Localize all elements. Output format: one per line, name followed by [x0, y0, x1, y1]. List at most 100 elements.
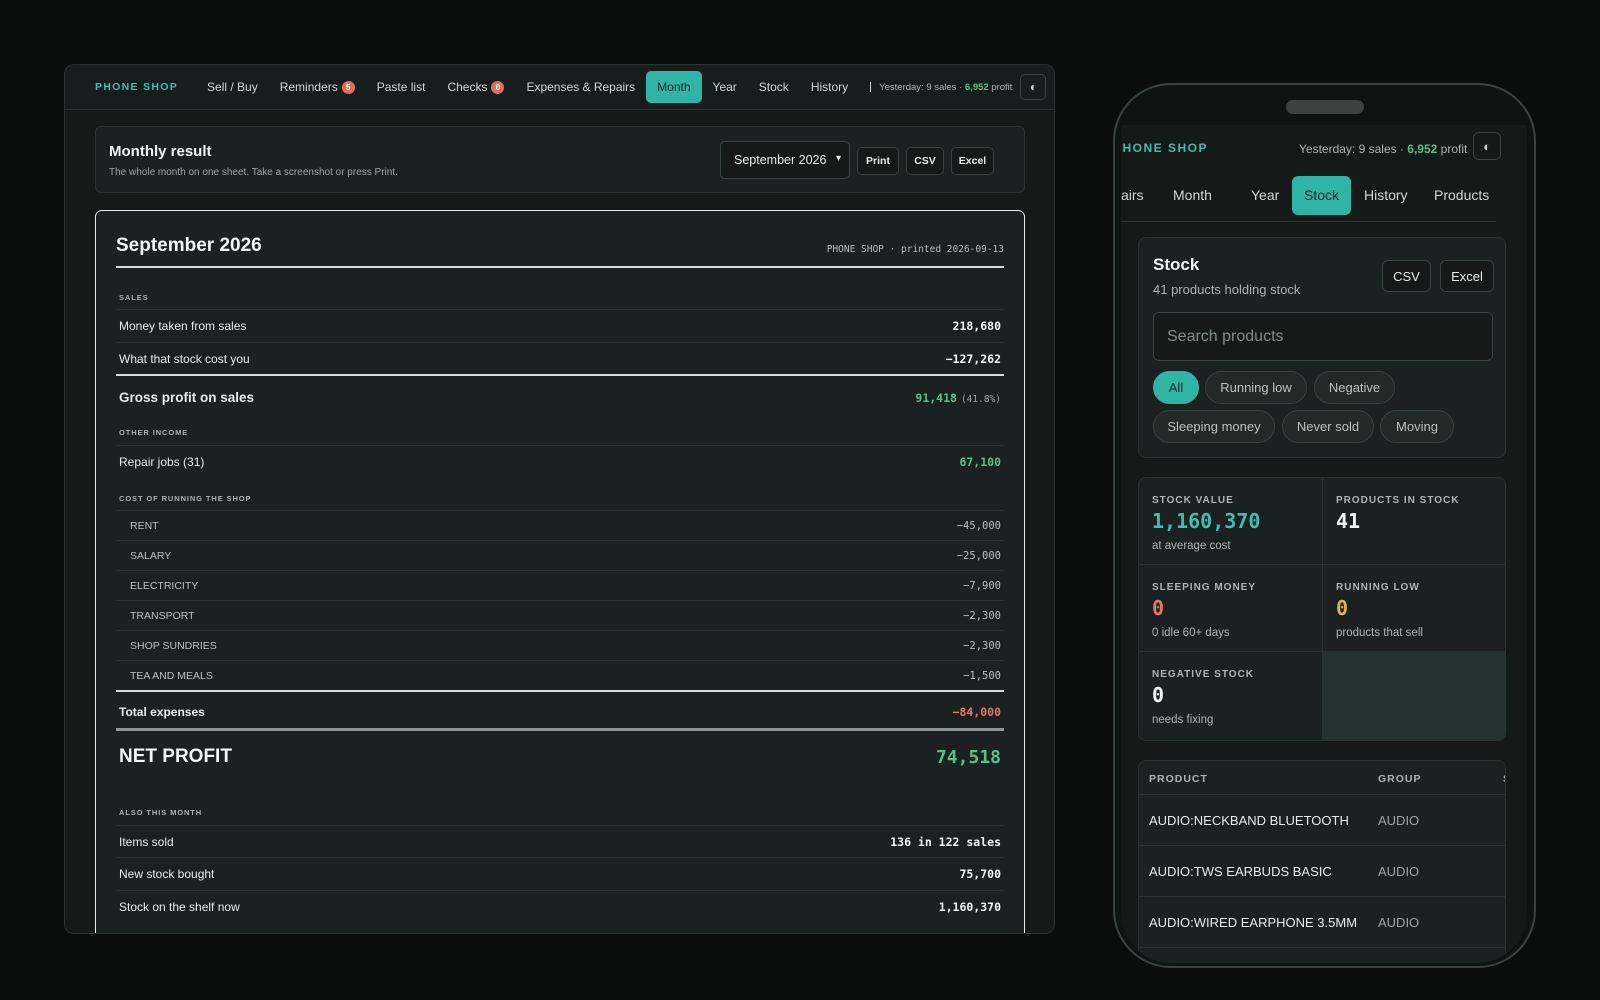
stock-cost-value: −127,262	[945, 351, 1001, 366]
phone-yesterday-profit: 6,952	[1407, 142, 1438, 156]
stock-on-shelf-value: 1,160,370	[938, 899, 1001, 914]
brand-logo[interactable]: PHONE SHOP	[95, 81, 178, 93]
yesterday-profit: 6,952	[964, 81, 989, 93]
nav-expenses-repairs[interactable]: Expenses & Repairs	[515, 71, 646, 103]
nav-reminders-label: Reminders	[279, 80, 338, 94]
product-group: AUDIO	[1378, 915, 1420, 930]
stock-on-shelf-row: Stock on the shelf now 1,160,370	[116, 890, 1004, 922]
phone-nav-products[interactable]: Products	[1434, 176, 1489, 215]
table-row[interactable]: AUDIO:TWS EARBUDS BASIC AUDIO	[1139, 846, 1505, 897]
stat-value: 0	[1152, 596, 1165, 620]
nav-year[interactable]: Year	[702, 71, 748, 103]
stock-title: Stock	[1153, 255, 1200, 274]
product-name: AUDIO:NECKBAND BLUETOOTH	[1149, 813, 1349, 828]
stat-value: 0	[1152, 683, 1165, 707]
stat-label: PRODUCTS IN STOCK	[1336, 495, 1460, 506]
nav-paste-list[interactable]: Paste list	[366, 71, 437, 103]
csv-button[interactable]: CSV	[906, 147, 944, 175]
nav-month[interactable]: Month	[646, 71, 702, 103]
filter-running-low[interactable]: Running low	[1205, 371, 1307, 404]
theme-toggle-icon[interactable]: ◐	[1020, 74, 1047, 100]
filter-sleeping-money[interactable]: Sleeping money	[1153, 410, 1275, 443]
stock-excel-button[interactable]: Excel	[1440, 260, 1494, 292]
filter-moving[interactable]: Moving	[1380, 410, 1454, 443]
items-sold-label: Items sold	[119, 834, 174, 849]
phone-nav-month[interactable]: Month	[1173, 176, 1212, 215]
stat-running-low: RUNNING LOW 0 products that sell	[1323, 565, 1505, 652]
net-rule	[116, 728, 1004, 731]
nav-history[interactable]: History	[800, 71, 859, 103]
phone-yesterday-text: Yesterday: 9 sales ·	[1299, 142, 1408, 156]
stat-products-in-stock: PRODUCTS IN STOCK 41	[1323, 478, 1505, 565]
total-expenses-label: Total expenses	[119, 705, 205, 719]
phone-brand-logo[interactable]: PHONE SHOP	[1121, 141, 1208, 155]
phone-notch	[1286, 100, 1364, 114]
expense-label: SALARY	[130, 549, 172, 562]
expense-row: SHOP SUNDRIES −2,300	[116, 630, 1004, 660]
gross-profit-amount: 91,418 (41.8%)	[915, 390, 1001, 405]
repair-jobs-row: Repair jobs (31) 67,100	[116, 445, 1004, 477]
gross-profit-label: Gross profit on sales	[119, 389, 255, 405]
expense-label: TRANSPORT	[130, 609, 195, 622]
month-sheet: September 2026 PHONE SHOP · printed 2026…	[95, 210, 1025, 933]
col-stock[interactable]: S	[1503, 773, 1505, 785]
stock-cost-label: What that stock cost you	[119, 351, 250, 366]
product-name: AUDIO:WIRED EARPHONE 3.5MM	[1149, 915, 1358, 930]
money-taken-label: Money taken from sales	[119, 318, 247, 333]
sheet-title: September 2026	[116, 235, 262, 256]
stat-value: 1,160,370	[1152, 509, 1261, 533]
top-nav: PHONE SHOP Sell / Buy Reminders 5 Paste l…	[65, 65, 1054, 110]
filter-all[interactable]: All	[1153, 371, 1199, 404]
phone-screen: PHONE SHOP Yesterday: 9 sales · 6,952 pr…	[1121, 125, 1527, 963]
phone-nav-history[interactable]: History	[1364, 176, 1408, 215]
money-taken-row: Money taken from sales 218,680	[116, 309, 1004, 341]
phone-nav-year[interactable]: Year	[1251, 176, 1279, 215]
stat-negative-stock: NEGATIVE STOCK 0 needs fixing	[1139, 652, 1323, 739]
stat-label: RUNNING LOW	[1336, 582, 1420, 593]
table-header: PRODUCT GROUP S	[1139, 761, 1505, 795]
page-title: Monthly result	[109, 143, 212, 160]
filter-negative[interactable]: Negative	[1314, 371, 1395, 404]
stat-label: NEGATIVE STOCK	[1152, 669, 1254, 680]
stock-panel: Stock 41 products holding stock CSV Exce…	[1138, 237, 1506, 458]
product-search-input[interactable]: Search products	[1153, 312, 1493, 361]
total-expenses-value: −84,000	[952, 705, 1001, 719]
print-button[interactable]: Print	[857, 147, 899, 175]
stat-note: 0 idle 60+ days	[1152, 627, 1230, 639]
nav-reminders[interactable]: Reminders 5	[269, 71, 366, 103]
nav-sell-buy[interactable]: Sell / Buy	[196, 71, 269, 103]
expenses-rule	[116, 690, 1004, 692]
month-select[interactable]: September 2026 ▾	[720, 141, 850, 179]
phone-nav-stock[interactable]: Stock	[1292, 176, 1352, 215]
title-rule	[116, 266, 1004, 268]
stat-note: at average cost	[1152, 540, 1231, 552]
expense-row: ELECTRICITY −7,900	[116, 570, 1004, 600]
table-row[interactable]: AUDIO:NECKBAND BLUETOOTH AUDIO	[1139, 795, 1505, 846]
expense-value: −1,500	[963, 669, 1001, 682]
expense-value: −45,000	[956, 519, 1001, 532]
nav-divider	[870, 82, 872, 92]
items-sold-row: Items sold 136 in 122 sales	[116, 825, 1004, 857]
phone-nav-expenses-repairs[interactable]: airs	[1121, 176, 1144, 215]
nav-stock[interactable]: Stock	[748, 71, 800, 103]
col-product[interactable]: PRODUCT	[1149, 773, 1208, 785]
nav-checks[interactable]: Checks 0	[436, 71, 515, 103]
phone-theme-toggle-icon[interactable]: ◐	[1473, 132, 1501, 160]
col-group[interactable]: GROUP	[1378, 773, 1422, 785]
filter-never-sold[interactable]: Never sold	[1282, 410, 1374, 443]
net-profit-row: NET PROFIT 74,518	[116, 734, 1004, 780]
stock-csv-button[interactable]: CSV	[1382, 260, 1431, 292]
nav-checks-label: Checks	[447, 80, 488, 94]
excel-button[interactable]: Excel	[951, 147, 994, 175]
new-stock-value: 75,700	[959, 866, 1001, 881]
repair-jobs-label: Repair jobs (31)	[119, 454, 205, 469]
table-row[interactable]: AUDIO:WIRED EARPHONE 3.5MM AUDIO	[1139, 897, 1505, 948]
checks-count-badge: 0	[491, 80, 505, 94]
product-group: AUDIO	[1378, 813, 1420, 828]
reminders-count-badge: 5	[341, 80, 355, 94]
product-group: AUDIO	[1378, 864, 1420, 879]
gross-margin-percent: (41.8%)	[960, 393, 1001, 405]
stat-value: 0	[1336, 596, 1349, 620]
stat-stock-value: STOCK VALUE 1,160,370 at average cost	[1139, 478, 1323, 565]
printed-stamp: PHONE SHOP · printed 2026-09-13	[826, 244, 1004, 255]
